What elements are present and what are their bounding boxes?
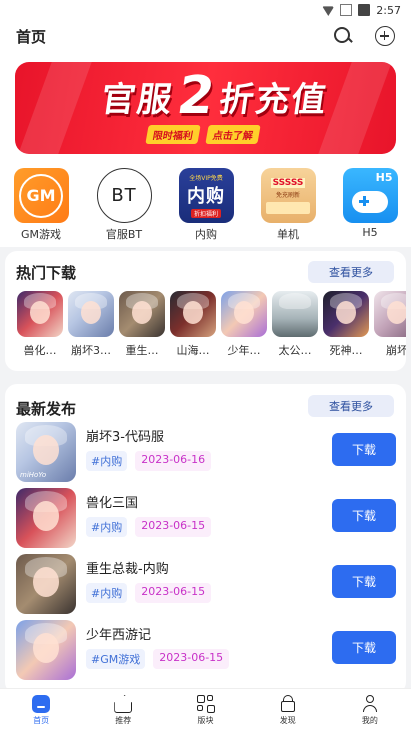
game-thumbnail <box>119 291 165 337</box>
banner-subtitle: 限时福利 点击了解 <box>145 125 261 144</box>
download-button[interactable]: 下载 <box>332 631 396 664</box>
download-button[interactable]: 下载 <box>332 433 396 466</box>
game-thumbnail: miHoYo <box>16 422 76 482</box>
release-row[interactable]: 重生总裁-内购 #内购 2023-06-15 下载 <box>16 554 396 616</box>
nav-discover[interactable]: 发现 <box>247 689 329 732</box>
game-thumbnail <box>16 554 76 614</box>
home-icon <box>32 695 51 713</box>
top-header: 首页 <box>0 20 411 52</box>
category-h5[interactable]: H5 H5 <box>340 168 400 239</box>
release-date: 2023-06-15 <box>135 583 212 603</box>
search-icon[interactable] <box>333 26 353 46</box>
category-official-bt[interactable]: BT 官服BT <box>94 168 154 242</box>
hot-downloads-card: 热门下载 查看更多 兽化… 崩坏3… 重生… 山海… 少年… 太公… 死神… 崩… <box>5 251 406 371</box>
release-tag: #内购 <box>86 583 128 603</box>
category-label: 官服BT <box>105 228 143 241</box>
download-button[interactable]: 下载 <box>332 565 396 598</box>
page-title: 首页 <box>16 27 47 46</box>
category-label: 单机 <box>277 228 299 241</box>
hot-game-item[interactable]: 崩坏3… <box>68 291 114 358</box>
game-thumbnail <box>17 291 63 337</box>
new-releases-card: 最新发布 查看更多 miHoYo 崩坏3-代码服 #内购 2023-06-16 … <box>5 384 406 694</box>
user-icon <box>361 695 379 713</box>
hot-more-button[interactable]: 查看更多 <box>308 261 394 283</box>
hot-game-item[interactable]: 死神… <box>323 291 369 358</box>
in-app-purchase-icon: 全场VIP免费 内购 折扣福利 <box>178 168 234 223</box>
gift-icon <box>279 695 297 713</box>
gm-game-icon: GM <box>13 168 69 223</box>
no-signal-icon <box>340 4 353 16</box>
game-thumbnail <box>16 620 76 680</box>
category-label: GM游戏 <box>20 228 61 241</box>
release-row[interactable]: 少年西游记 #GM游戏 2023-06-15 下载 <box>16 620 396 682</box>
release-date: 2023-06-15 <box>135 517 212 537</box>
bottom-nav: 首页 推荐 版块 发现 我的 <box>0 688 411 732</box>
release-tag: #GM游戏 <box>86 649 146 669</box>
game-thumbnail <box>221 291 267 337</box>
hot-list: 兽化… 崩坏3… 重生… 山海… 少年… 太公… 死神… 崩坏 <box>17 291 406 367</box>
download-button[interactable]: 下载 <box>332 499 396 532</box>
hot-game-item[interactable]: 少年… <box>221 291 267 358</box>
status-time: 2:57 <box>376 3 401 17</box>
category-row: GM GM游戏 BT 官服BT 全场VIP免费 内购 折扣福利 内购 SSSSS… <box>0 168 411 242</box>
category-label: H5 <box>362 226 378 239</box>
release-name: 兽化三国 <box>86 496 139 511</box>
hot-game-item[interactable]: 崩坏 <box>374 291 406 358</box>
banner-sub-right: 点击了解 <box>205 125 261 144</box>
gamepad-icon: H5 <box>342 168 398 223</box>
grid-icon <box>196 695 215 713</box>
bt-icon: BT <box>96 168 152 223</box>
release-row[interactable]: miHoYo 崩坏3-代码服 #内购 2023-06-16 下载 <box>16 422 396 484</box>
add-circle-icon[interactable] <box>375 26 395 46</box>
banner-title: 官服 2 折充值 <box>98 66 331 126</box>
game-thumbnail <box>374 291 406 337</box>
release-tag: #内购 <box>86 517 128 537</box>
release-name: 重生总裁-内购 <box>86 562 169 577</box>
hot-game-item[interactable]: 山海… <box>170 291 216 358</box>
release-name: 崩坏3-代码服 <box>86 430 164 445</box>
category-in-app-purchase[interactable]: 全场VIP免费 内购 折扣福利 内购 <box>176 168 236 242</box>
nav-mine[interactable]: 我的 <box>329 689 411 732</box>
top-section: 官服 2 折充值 限时福利 点击了解 GM GM游戏 BT 官服BT 全场VIP免费… <box>0 52 411 247</box>
promo-banner[interactable]: 官服 2 折充值 限时福利 点击了解 <box>15 62 396 154</box>
release-name: 少年西游记 <box>86 628 152 643</box>
category-standalone[interactable]: SSSSS 免充刷新 单机 <box>258 168 318 242</box>
releases-more-button[interactable]: 查看更多 <box>308 395 394 417</box>
hot-game-item[interactable]: 太公… <box>272 291 318 358</box>
release-date: 2023-06-16 <box>135 451 212 471</box>
release-date: 2023-06-15 <box>153 649 230 669</box>
wifi-icon <box>322 6 335 16</box>
release-row[interactable]: 兽化三国 #内购 2023-06-15 下载 <box>16 488 396 550</box>
game-thumbnail <box>16 488 76 548</box>
nav-recommend[interactable]: 推荐 <box>82 689 164 732</box>
game-thumbnail <box>323 291 369 337</box>
nav-sections[interactable]: 版块 <box>164 689 246 732</box>
status-bar: 2:57 <box>0 0 411 20</box>
hot-game-item[interactable]: 兽化… <box>17 291 63 358</box>
hot-game-item[interactable]: 重生… <box>119 291 165 358</box>
game-thumbnail <box>272 291 318 337</box>
category-gm-games[interactable]: GM GM游戏 <box>11 168 71 242</box>
game-thumbnail <box>68 291 114 337</box>
thumbs-up-icon <box>114 695 133 713</box>
release-tag: #内购 <box>86 451 128 471</box>
nav-home[interactable]: 首页 <box>0 689 82 732</box>
hot-downloads-title: 热门下载 <box>16 264 77 282</box>
banner-sub-left: 限时福利 <box>145 125 201 144</box>
game-thumbnail <box>170 291 216 337</box>
category-label: 内购 <box>195 228 217 241</box>
battery-icon <box>358 4 371 16</box>
standalone-game-icon: SSSSS 免充刷新 <box>260 168 316 223</box>
new-releases-title: 最新发布 <box>16 400 77 418</box>
